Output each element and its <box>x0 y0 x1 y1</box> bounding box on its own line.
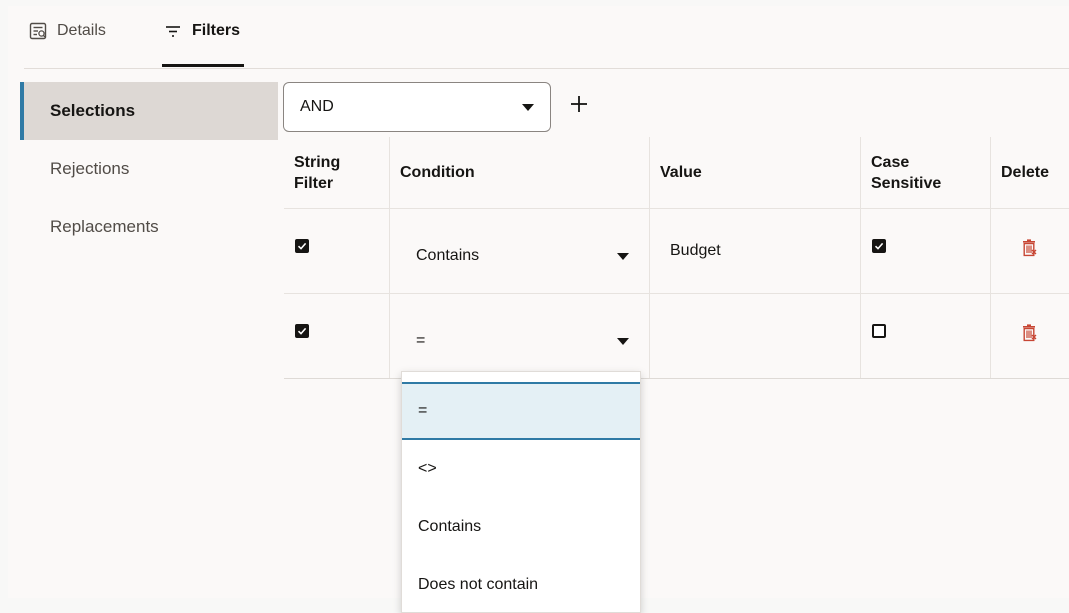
case-sensitive-checkbox[interactable] <box>872 324 886 338</box>
header-label: Condition <box>400 164 475 181</box>
filter-icon <box>162 20 184 42</box>
condition-select[interactable]: Contains <box>390 247 649 265</box>
case-sensitive-cell <box>861 294 991 378</box>
filters-table: String Filter Condition Value Case Sensi… <box>284 137 1069 379</box>
case-sensitive-cell <box>861 209 991 293</box>
chevron-down-icon <box>617 337 629 345</box>
delete-cell <box>991 294 1069 378</box>
delete-cell <box>991 209 1069 293</box>
tab-filters-label: Filters <box>192 22 241 39</box>
header-condition: Condition <box>390 137 650 208</box>
check-icon <box>874 242 884 250</box>
sidebar-item-selections[interactable]: Selections <box>20 82 278 140</box>
condition-value: = <box>416 332 426 349</box>
add-filter-button[interactable] <box>565 90 593 118</box>
dropdown-option[interactable]: Contains <box>402 498 640 556</box>
sidebar-item-label: Rejections <box>50 159 130 178</box>
string-filter-cell <box>284 294 390 378</box>
string-filter-checkbox[interactable] <box>295 239 309 253</box>
string-filter-checkbox[interactable] <box>295 324 309 338</box>
sidebar-item-label: Replacements <box>50 217 159 236</box>
delete-row-button[interactable] <box>1021 324 1037 342</box>
sidebar-item-label: Selections <box>50 101 136 120</box>
filters-panel: Details Filters Selections Rejections Re… <box>8 6 1069 613</box>
header-label: Value <box>660 164 702 181</box>
value-cell[interactable]: Budget <box>650 209 861 293</box>
details-icon <box>27 20 49 42</box>
value-cell[interactable] <box>650 294 861 378</box>
check-icon <box>297 327 307 335</box>
condition-cell: Contains <box>390 209 650 293</box>
condition-dropdown: = <> Contains Does not contain <box>401 371 641 613</box>
tab-details-label: Details <box>57 22 106 39</box>
condition-options: = <> Contains Does not contain <box>402 382 640 612</box>
dropdown-option[interactable]: Does not contain <box>402 556 640 612</box>
trash-icon <box>1023 324 1037 342</box>
table-row: = <box>284 294 1069 378</box>
header-case-sensitive: Case Sensitive <box>861 137 991 208</box>
header-string-filter: String Filter <box>284 137 390 208</box>
header-value: Value <box>650 137 861 208</box>
dropdown-option[interactable]: <> <box>402 440 640 498</box>
condition-value: Contains <box>416 247 480 264</box>
table-header-row: String Filter Condition Value Case Sensi… <box>284 137 1069 209</box>
tab-details[interactable]: Details <box>27 20 106 66</box>
operator-value: AND <box>300 98 334 115</box>
header-label: Delete <box>1001 164 1050 181</box>
chevron-down-icon <box>617 252 629 260</box>
sidebar-item-replacements[interactable]: Replacements <box>20 198 278 256</box>
condition-cell: = <box>390 294 650 378</box>
dropdown-option[interactable]: = <box>402 382 640 440</box>
filter-type-sidebar: Selections Rejections Replacements <box>20 82 278 256</box>
value-text: Budget <box>670 242 721 259</box>
case-sensitive-checkbox[interactable] <box>872 239 886 253</box>
chevron-down-icon <box>522 103 534 111</box>
operator-select[interactable]: AND <box>283 82 551 132</box>
string-filter-cell <box>284 209 390 293</box>
tab-bar: Details Filters <box>24 20 1069 69</box>
delete-row-button[interactable] <box>1021 239 1037 257</box>
header-label: Case Sensitive <box>871 153 942 192</box>
plus-icon <box>571 96 587 112</box>
tab-filters[interactable]: Filters <box>162 20 245 67</box>
condition-select[interactable]: = <box>390 332 649 350</box>
header-delete: Delete <box>991 137 1069 208</box>
sidebar-item-rejections[interactable]: Rejections <box>20 140 278 198</box>
table-row: Contains Budget <box>284 209 1069 294</box>
check-icon <box>297 242 307 250</box>
trash-icon <box>1023 239 1037 257</box>
header-label: String Filter <box>294 153 341 192</box>
